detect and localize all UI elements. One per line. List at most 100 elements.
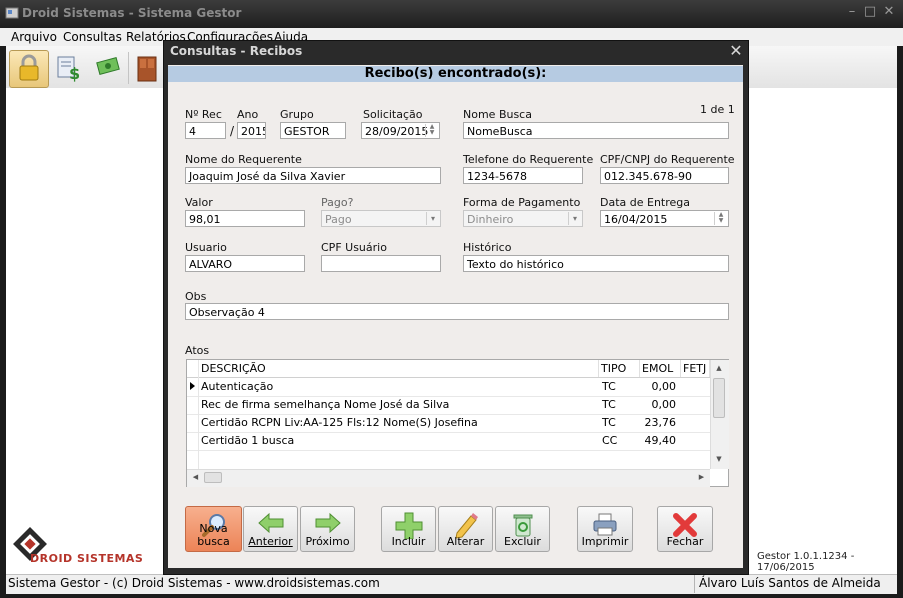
forma-pagamento-dropdown-icon[interactable]: ▾ (568, 212, 581, 225)
nrec-year-slash: / (230, 124, 235, 138)
cell-emol: 23,76 (644, 416, 677, 429)
nome-busca-field[interactable]: NomeBusca (463, 122, 729, 139)
solicitacao-spin-icon[interactable]: ▲ ▼ (425, 124, 438, 137)
svg-text:$: $ (69, 64, 80, 83)
cell-tipo: TC (602, 380, 616, 393)
dialog-close-icon[interactable]: ✕ (726, 41, 746, 61)
cell-tipo: TC (602, 398, 616, 411)
horizontal-scroll-thumb[interactable] (204, 472, 222, 483)
obs-field[interactable]: Observação 4 (185, 303, 729, 320)
historico-field[interactable]: Texto do histórico (463, 255, 729, 272)
column-header-fetj[interactable]: FETJ (681, 360, 710, 377)
fechar-button[interactable]: Fechar (657, 506, 713, 552)
nome-requerente-label: Nome do Requerente (185, 153, 302, 166)
anterior-label: Anterior (248, 535, 293, 548)
scroll-down-icon[interactable]: ▼ (712, 453, 726, 466)
imprimir-label: Imprimir (581, 535, 629, 548)
cell-descricao: Certidão RCPN Liv:AA-125 Fls:12 Nome(S) … (201, 416, 478, 429)
nova-busca-button[interactable]: Nova busca (185, 506, 242, 552)
row-divider (187, 450, 710, 451)
data-entrega-label: Data de Entrega (600, 196, 691, 209)
scroll-up-icon[interactable]: ▲ (712, 362, 726, 375)
solicitacao-label: Solicitação (363, 108, 423, 121)
imprimir-button[interactable]: Imprimir (577, 506, 633, 552)
alterar-button[interactable]: Alterar (438, 506, 493, 552)
historico-label: Histórico (463, 241, 512, 254)
telefone-label: Telefone do Requerente (463, 153, 594, 166)
lock-icon (19, 54, 39, 81)
usuario-label: Usuario (185, 241, 227, 254)
cell-emol: 0,00 (651, 398, 677, 411)
status-left-text: Sistema Gestor - (c) Droid Sistemas - ww… (8, 576, 380, 590)
close-icon[interactable]: ✕ (881, 4, 897, 20)
excluir-button[interactable]: Excluir (495, 506, 550, 552)
table-row[interactable]: Autenticação TC 0,00 (187, 378, 710, 396)
column-header-tipo[interactable]: TIPO (599, 360, 640, 377)
fechar-label: Fechar (666, 535, 704, 548)
record-counter: 1 de 1 (700, 103, 735, 116)
table-row[interactable]: Certidão RCPN Liv:AA-125 Fls:12 Nome(S) … (187, 414, 710, 432)
cell-descricao: Rec de firma semelhança Nome José da Sil… (201, 398, 450, 411)
indicator-column-divider (198, 360, 199, 469)
column-header-emol[interactable]: EMOL (640, 360, 681, 377)
ano-field[interactable]: 2015 (237, 122, 266, 139)
telefone-field[interactable]: 1234-5678 (463, 167, 583, 184)
minimize-icon[interactable]: – (844, 4, 860, 20)
forma-pagamento-value: Dinheiro (467, 213, 514, 226)
nome-requerente-field[interactable]: Joaquim José da Silva Xavier (185, 167, 441, 184)
nome-busca-label: Nome Busca (463, 108, 532, 121)
table-row[interactable]: Certidão 1 busca CC 49,40 (187, 432, 710, 450)
vertical-scroll-thumb[interactable] (713, 378, 725, 418)
cpf-usuario-field[interactable] (321, 255, 441, 272)
window-title: Droid Sistemas - Sistema Gestor (22, 6, 242, 20)
cell-emol: 0,00 (651, 380, 677, 393)
grupo-field[interactable]: GESTOR (280, 122, 346, 139)
cpf-cnpj-field[interactable]: 012.345.678-90 (600, 167, 729, 184)
column-header-descricao[interactable]: DESCRIÇÃO (199, 360, 599, 377)
grid-horizontal-scrollbar[interactable] (187, 469, 710, 487)
cell-descricao: Autenticação (201, 380, 274, 393)
cpf-usuario-label: CPF Usuário (321, 241, 387, 254)
maximize-icon[interactable]: □ (862, 4, 878, 20)
pago-dropdown-icon[interactable]: ▾ (426, 212, 439, 225)
dialog-title: Consultas - Recibos (170, 44, 303, 58)
money-report-icon: $ (57, 56, 80, 83)
forma-pagamento-label: Forma de Pagamento (463, 196, 581, 209)
scroll-left-icon[interactable]: ◀ (189, 471, 202, 484)
current-row-indicator-icon (190, 382, 195, 390)
proximo-label: Próximo (305, 535, 350, 548)
app-icon (5, 7, 19, 19)
valor-field[interactable]: 98,01 (185, 210, 305, 227)
cash-button[interactable] (89, 50, 127, 86)
table-row[interactable]: Rec de firma semelhança Nome José da Sil… (187, 396, 710, 414)
cell-emol: 49,40 (644, 434, 677, 447)
obs-label: Obs (185, 290, 207, 303)
menu-consultas[interactable]: Consultas (63, 30, 122, 44)
usuario-field[interactable]: ALVARO (185, 255, 305, 272)
data-entrega-date-field[interactable]: 16/04/2015 ▲ ▼ (600, 210, 729, 227)
pago-select[interactable]: Pago ▾ (321, 210, 441, 227)
cell-descricao: Certidão 1 busca (201, 434, 295, 447)
money-report-button[interactable]: $ (50, 50, 88, 86)
data-entrega-value: 16/04/2015 (604, 213, 668, 226)
scroll-right-icon[interactable]: ▶ (695, 471, 708, 484)
incluir-button[interactable]: Incluir (381, 506, 436, 552)
anterior-button[interactable]: Anterior (243, 506, 298, 552)
nrec-field[interactable]: 4 (185, 122, 226, 139)
pago-label: Pago? (321, 196, 354, 209)
toolbar-separator (128, 52, 129, 84)
incluir-label: Incluir (391, 535, 426, 548)
data-entrega-spin-icon[interactable]: ▲ ▼ (714, 212, 727, 225)
cpf-cnpj-label: CPF/CNPJ do Requerente (600, 153, 735, 166)
excluir-label: Excluir (504, 535, 541, 548)
proximo-button[interactable]: Próximo (300, 506, 355, 552)
solicitacao-value: 28/09/2015 (365, 125, 429, 138)
status-separator (694, 574, 695, 593)
alterar-label: Alterar (446, 535, 485, 548)
menu-arquivo[interactable]: Arquivo (11, 30, 57, 44)
solicitacao-date-field[interactable]: 28/09/2015 ▲ ▼ (361, 122, 440, 139)
atos-label: Atos (185, 344, 210, 357)
lock-button[interactable] (9, 50, 49, 88)
forma-pagamento-select[interactable]: Dinheiro ▾ (463, 210, 583, 227)
grupo-label: Grupo (280, 108, 314, 121)
